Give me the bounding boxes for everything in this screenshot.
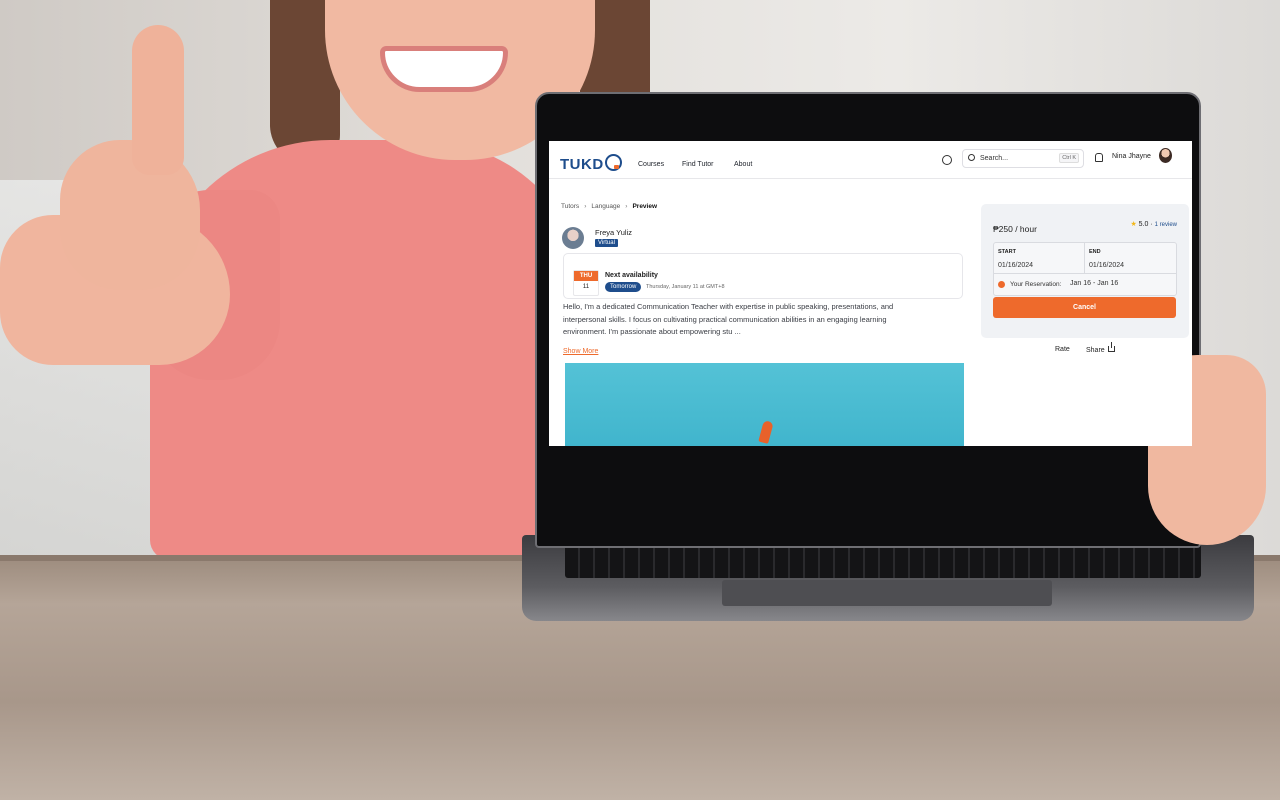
share-button[interactable]: Share	[1086, 342, 1115, 354]
rating: ★ 5.0 · 1 review	[1130, 220, 1177, 228]
logo[interactable]: TUKD	[560, 154, 622, 173]
breadcrumb-language[interactable]: Language	[591, 203, 620, 210]
start-value: 01/16/2024	[998, 262, 1034, 269]
reviews-link[interactable]: 1 review	[1155, 222, 1177, 228]
calendar-day-badge: THU 11	[573, 270, 599, 296]
start-date-field[interactable]: START 01/16/2024	[994, 243, 1084, 273]
chevron-right-icon: ›	[584, 203, 587, 210]
end-label: END	[1089, 249, 1101, 255]
tutor-avatar	[562, 227, 584, 249]
breadcrumb: Tutors › Language › Preview	[561, 203, 657, 210]
rate-button[interactable]: Rate	[1055, 346, 1070, 353]
swimmer-figure	[758, 420, 774, 444]
course-image	[565, 363, 964, 446]
logo-text: TUKD	[560, 156, 604, 173]
share-icon	[1107, 342, 1115, 352]
laptop-trackpad	[722, 580, 1052, 606]
booking-card: ₱250 / hour ★ 5.0 · 1 review START 01/16…	[981, 204, 1189, 338]
date-range-box: START 01/16/2024 END 01/16/2024 Your Res…	[993, 242, 1177, 296]
thumbs-up	[132, 25, 184, 175]
availability-title: Next availability	[605, 272, 658, 279]
user-name[interactable]: Nina Jhayne	[1112, 153, 1151, 160]
tomorrow-pill: Tomorrow	[605, 282, 642, 292]
search-shortcut: Ctrl K	[1059, 153, 1079, 163]
availability-detail: Thursday, January 11 at GMT+8	[646, 284, 725, 290]
owl-icon	[604, 154, 622, 171]
end-value: 01/16/2024	[1089, 262, 1125, 269]
top-nav: TUKD Courses Find Tutor About Search... …	[549, 141, 1192, 179]
start-label: START	[998, 249, 1016, 255]
virtual-badge: Virtual	[595, 239, 618, 247]
show-more-link[interactable]: Show More	[563, 348, 598, 355]
day-abbr: THU	[574, 271, 598, 281]
rating-value: 5.0	[1138, 221, 1149, 228]
tutor-name: Freya Yuliz	[595, 228, 632, 237]
search-placeholder: Search...	[980, 155, 1009, 162]
laptop-screen: TUKD Courses Find Tutor About Search... …	[549, 141, 1192, 446]
breadcrumb-preview: Preview	[632, 203, 658, 210]
end-date-field[interactable]: END 01/16/2024	[1085, 243, 1175, 273]
avatar[interactable]	[1159, 148, 1172, 163]
share-label: Share	[1086, 347, 1105, 354]
tutor-description: Hello, I'm a dedicated Communication Tea…	[563, 302, 894, 336]
search-input[interactable]: Search... Ctrl K	[962, 149, 1084, 168]
nav-link-find-tutor[interactable]: Find Tutor	[682, 161, 714, 168]
search-icon	[968, 154, 975, 161]
reservation-label: Your Reservation:	[1010, 281, 1062, 288]
rating-separator: ·	[1150, 221, 1153, 228]
theme-toggle-icon[interactable]	[942, 155, 952, 165]
star-icon: ★	[1130, 221, 1137, 228]
price: ₱250 / hour	[993, 224, 1037, 234]
divider	[994, 273, 1176, 274]
breadcrumb-tutors[interactable]: Tutors	[561, 203, 579, 210]
cancel-button[interactable]: Cancel	[993, 297, 1176, 318]
reservation-dot-icon	[998, 281, 1005, 288]
nav-link-courses[interactable]: Courses	[638, 161, 664, 168]
reservation-value: Jan 16 - Jan 16	[1070, 280, 1119, 287]
day-number: 11	[582, 284, 590, 290]
girl-smile	[380, 46, 508, 92]
availability-card: THU 11 Next availability Tomorrow Thursd…	[563, 253, 963, 299]
nav-link-about[interactable]: About	[734, 161, 752, 168]
bell-icon[interactable]	[1095, 153, 1103, 162]
chevron-right-icon: ›	[625, 203, 628, 210]
